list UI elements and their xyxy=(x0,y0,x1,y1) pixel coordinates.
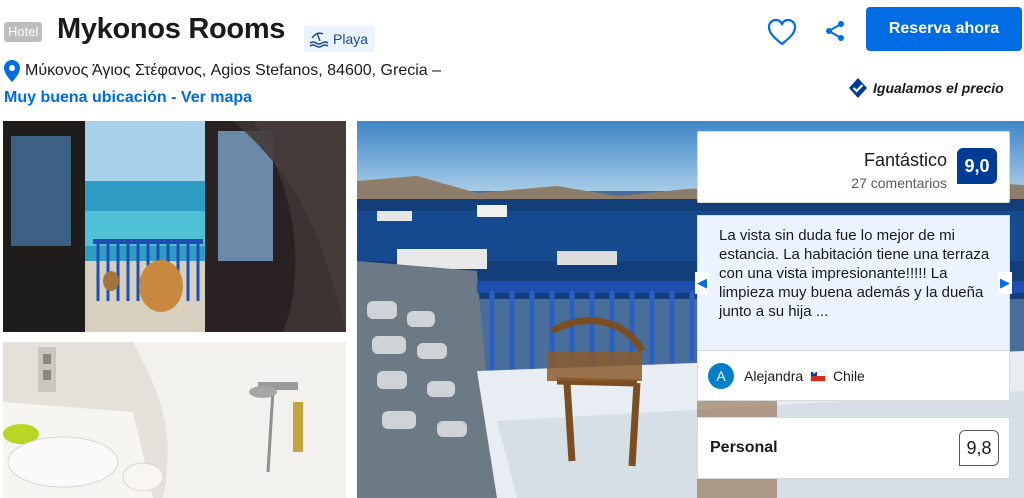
price-match[interactable]: Igualamos el precio xyxy=(848,78,1004,98)
photo-bathroom[interactable] xyxy=(3,342,346,498)
reviewer-country: Chile xyxy=(832,367,865,384)
hotel-type-badge: Hotel xyxy=(4,22,43,42)
review-count: 27 comentarios xyxy=(851,175,947,191)
share-icon xyxy=(826,21,844,41)
share-button[interactable] xyxy=(823,19,847,43)
hotel-title: Mykonos Rooms xyxy=(57,13,286,45)
address-text: Μύκονος Άγιος Στέφανος, Agios Stefanos, … xyxy=(25,62,442,79)
reviewer-name: Alejandra xyxy=(744,367,804,384)
heart-icon xyxy=(767,18,797,46)
view-map-link[interactable]: Muy buena ubicación - Ver mapa xyxy=(4,89,252,107)
category-score-box: Personal 9,8 xyxy=(697,417,1010,479)
score-box[interactable]: Fantástico 27 comentarios 9,0 xyxy=(697,131,1010,203)
chile-flag-icon: ★ xyxy=(810,370,827,382)
photo-window-view[interactable] xyxy=(3,121,346,332)
reviewer-info: Alejandra ★ Chile xyxy=(744,368,865,384)
review-quote-box: La vista sin duda fue lo mejor de mi est… xyxy=(695,215,1012,351)
favorite-button[interactable] xyxy=(766,17,798,47)
chevron-right-icon: ▶ xyxy=(1000,275,1010,290)
category-label: Personal xyxy=(710,439,778,456)
beach-tag-label: Playa xyxy=(333,31,369,47)
rating-label: Fantástico xyxy=(863,150,947,170)
next-review-button[interactable]: ▶ xyxy=(998,272,1012,294)
avatar: A xyxy=(708,362,734,389)
review-quote-text: La vista sin duda fue lo mejor de mi est… xyxy=(719,227,990,320)
beach-icon xyxy=(309,32,329,48)
beach-tag[interactable]: Playa xyxy=(304,26,376,52)
badge-check-icon xyxy=(849,78,867,98)
reserve-button[interactable]: Reserva ahora xyxy=(866,7,1022,51)
category-score-badge: 9,8 xyxy=(959,430,999,466)
price-match-label: Igualamos el precio xyxy=(873,80,1004,96)
score-badge: 9,0 xyxy=(957,148,997,184)
chevron-left-icon: ◀ xyxy=(697,275,707,290)
prev-review-button[interactable]: ◀ xyxy=(695,272,709,294)
reviewer-row: A Alejandra ★ Chile xyxy=(697,351,1010,401)
map-pin-icon xyxy=(4,60,20,82)
address-row: Μύκονος Άγιος Στέφανος, Agios Stefanos, … xyxy=(4,60,441,82)
